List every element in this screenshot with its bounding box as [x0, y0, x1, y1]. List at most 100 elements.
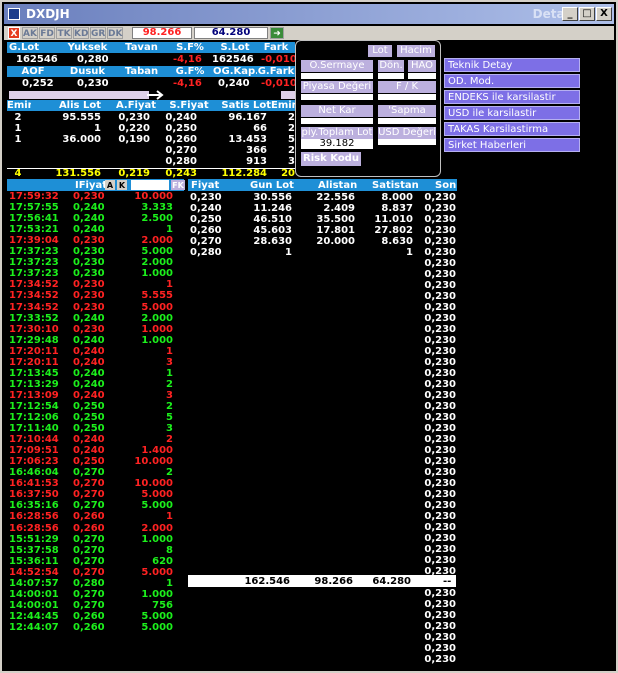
don-value: [378, 73, 404, 79]
tab-ak[interactable]: AK: [22, 27, 38, 39]
menu-item[interactable]: ENDEKS ile karsilastir: [444, 90, 580, 104]
trade-row[interactable]: 17:53:21 0,240 1: [9, 224, 189, 235]
fk-filter-button[interactable]: FK: [171, 180, 185, 190]
usd-degeri-button[interactable]: USD Değeri: [378, 127, 436, 139]
lot-button[interactable]: Lot: [368, 45, 392, 57]
trade-row[interactable]: 17:59:32 0,230 10.000: [9, 191, 189, 202]
trade-row[interactable]: 16:35:16 0,270 5.000: [9, 500, 189, 511]
header-sf-pct: S.F%: [167, 42, 213, 53]
son-cell: 0,230: [424, 500, 456, 511]
hacim-button[interactable]: Hacim: [397, 45, 435, 57]
piyasa-degeri-button[interactable]: Piyasa Değeri: [301, 81, 373, 93]
trade-row[interactable]: 17:37:23 0,230 5.000: [9, 246, 189, 257]
sort-desc-button[interactable]: K: [117, 180, 127, 190]
menu-item[interactable]: Sirket Haberleri: [444, 138, 580, 152]
trade-row[interactable]: 15:51:29 0,270 1.000: [9, 534, 189, 545]
dist-header-gunlot[interactable]: Gun Lot: [250, 180, 294, 191]
menu-item[interactable]: OD. Mod.: [444, 74, 580, 88]
menu-item[interactable]: TAKAS Karsilastirma: [444, 122, 580, 136]
dist-header-fiyat[interactable]: Fiyat: [191, 180, 219, 191]
minimize-button[interactable]: _: [562, 7, 578, 21]
trade-row[interactable]: 16:28:56 0,260 1: [9, 511, 189, 522]
trade-row[interactable]: 17:34:52 0,230 5.555: [9, 290, 189, 301]
dist-header-son[interactable]: Son: [435, 180, 456, 191]
trade-row[interactable]: 17:09:51 0,240 1.400: [9, 445, 189, 456]
distribution-cell: 46.510: [253, 214, 292, 225]
trade-row[interactable]: 16:28:56 0,260 2.000: [9, 523, 189, 534]
maximize-button[interactable]: □: [579, 7, 595, 21]
trade-row[interactable]: 17:13:09 0,240 3: [9, 390, 189, 401]
dist-header-satistan[interactable]: Satistan: [372, 180, 419, 191]
trade-lot: 5.000: [141, 301, 173, 313]
trade-row[interactable]: 17:20:11 0,240 1: [9, 346, 189, 357]
trade-row[interactable]: 15:37:58 0,270 8: [9, 545, 189, 556]
trade-row[interactable]: 17:12:06 0,250 5: [9, 412, 189, 423]
trade-lot: 1.000: [141, 323, 173, 335]
trade-row[interactable]: 17:13:45 0,240 1: [9, 368, 189, 379]
menu-item[interactable]: Teknik Detay: [444, 58, 580, 72]
trade-row[interactable]: 17:29:48 0,240 1.000: [9, 335, 189, 346]
trade-row[interactable]: 14:00:01 0,270 756: [9, 600, 189, 611]
tab-gr[interactable]: GR: [90, 27, 106, 39]
trade-price: 0,250: [73, 412, 105, 423]
trade-price: 0,230: [73, 268, 105, 280]
trade-row[interactable]: 17:20:11 0,240 3: [9, 357, 189, 368]
fk-button[interactable]: F / K: [378, 81, 436, 93]
trade-row[interactable]: 14:07:57 0,280 1: [9, 578, 189, 589]
trade-lot: 1: [166, 367, 173, 379]
son-cell: 0,230: [424, 368, 456, 379]
don-button[interactable]: Dön.: [378, 60, 404, 72]
header-fark: Fark: [257, 42, 295, 53]
trade-lot: 2: [166, 434, 173, 446]
sort-asc-button[interactable]: A: [105, 180, 115, 190]
trade-row[interactable]: 17:37:23 0,230 1.000: [9, 268, 189, 279]
trade-row[interactable]: 17:10:44 0,240 2: [9, 434, 189, 445]
trade-row[interactable]: 17:39:04 0,230 2.000: [9, 235, 189, 246]
trade-row[interactable]: 17:13:29 0,240 2: [9, 379, 189, 390]
trade-row[interactable]: 17:57:55 0,240 3.333: [9, 202, 189, 213]
filter-field[interactable]: [131, 180, 169, 190]
price-value-field[interactable]: 98.266: [132, 27, 192, 39]
tab-dk[interactable]: DK: [107, 27, 123, 39]
tab-tk[interactable]: TK: [56, 27, 72, 39]
trade-row[interactable]: 17:37:23 0,230 2.000: [9, 257, 189, 268]
sapma-button[interactable]: 'Sapma: [378, 105, 436, 117]
tab-fd[interactable]: FD: [39, 27, 55, 39]
trade-row[interactable]: 17:56:41 0,240 2.500: [9, 213, 189, 224]
title-bar[interactable]: DXDJH Detay _ □ X: [4, 4, 614, 24]
hao-button[interactable]: HAO: [408, 60, 436, 72]
trade-lot: 2.000: [141, 257, 173, 269]
net-kar-button[interactable]: Net Kar: [301, 105, 373, 117]
net-kar-value: [301, 118, 373, 124]
trade-time: 17:37:23: [9, 268, 59, 280]
go-arrow-icon[interactable]: ➜: [270, 27, 284, 39]
trade-row[interactable]: 17:06:23 0,250 10.000: [9, 456, 189, 467]
depth-cell: 0,230: [118, 112, 150, 123]
trade-row[interactable]: 17:12:54 0,250 2: [9, 401, 189, 412]
trade-row[interactable]: 17:11:40 0,250 3: [9, 423, 189, 434]
trade-row[interactable]: 17:33:52 0,240 2.000: [9, 313, 189, 324]
trade-row[interactable]: 17:34:52 0,230 1: [9, 279, 189, 290]
trade-row[interactable]: 12:44:45 0,260 5.000: [9, 611, 189, 622]
trade-row[interactable]: 12:44:07 0,260 5.000: [9, 622, 189, 633]
son-cell: 0,230: [424, 478, 456, 489]
lot-value-field[interactable]: 64.280: [194, 27, 268, 39]
trades-header-fiyat[interactable]: IFiyat: [75, 180, 107, 191]
dist-header-alistan[interactable]: Alistan: [318, 180, 357, 191]
osermaye-button[interactable]: O.Sermaye: [301, 60, 373, 72]
trade-time: 16:37:50: [9, 489, 59, 501]
trade-row[interactable]: 17:30:10 0,230 1.000: [9, 324, 189, 335]
trade-row[interactable]: 16:46:04 0,270 2: [9, 467, 189, 478]
distribution-cell: 0,280: [190, 247, 222, 258]
tab-kd[interactable]: KD: [73, 27, 89, 39]
close-button[interactable]: X: [596, 7, 612, 21]
trade-row[interactable]: 17:34:52 0,230 5.000: [9, 302, 189, 313]
trade-row[interactable]: 14:52:54 0,270 5.000: [9, 567, 189, 578]
menu-item[interactable]: USD ile karsilastir: [444, 106, 580, 120]
trade-row[interactable]: 16:37:50 0,270 5.000: [9, 489, 189, 500]
trade-row[interactable]: 15:36:11 0,270 620: [9, 556, 189, 567]
trade-row[interactable]: 16:41:53 0,270 10.000: [9, 478, 189, 489]
risk-kodu-button[interactable]: Risk Kodu: [301, 152, 361, 166]
trade-row[interactable]: 14:00:01 0,270 1.000: [9, 589, 189, 600]
toolbar-close-icon[interactable]: X: [8, 27, 20, 39]
